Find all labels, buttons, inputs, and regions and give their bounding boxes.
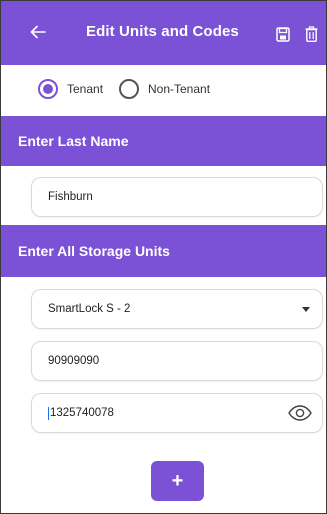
- app-bar: Edit Units and Codes: [1, 1, 326, 65]
- non-tenant-radio[interactable]: Non-Tenant: [119, 79, 210, 99]
- storage-units-header: Enter All Storage Units: [1, 225, 326, 277]
- delete-button[interactable]: [305, 26, 318, 43]
- access-code-field[interactable]: 1325740078: [31, 393, 323, 433]
- save-button[interactable]: [276, 27, 290, 42]
- access-code-value: 1325740078: [50, 407, 114, 419]
- text-cursor: [48, 406, 49, 420]
- unit-select-value: SmartLock S - 2: [48, 303, 131, 315]
- tenant-radio[interactable]: Tenant: [38, 79, 103, 99]
- radio-selected-icon: [38, 79, 58, 99]
- unit-select[interactable]: SmartLock S - 2: [31, 289, 323, 329]
- last-name-header: Enter Last Name: [1, 116, 326, 166]
- toggle-visibility-button[interactable]: [288, 405, 312, 421]
- last-name-field[interactable]: Fishburn: [31, 177, 323, 217]
- back-button[interactable]: [29, 22, 47, 42]
- non-tenant-radio-label: Non-Tenant: [148, 82, 211, 96]
- unit-number-field[interactable]: 90909090: [31, 341, 323, 381]
- add-unit-button[interactable]: +: [151, 461, 204, 501]
- tenant-type-radio-group: Tenant Non-Tenant: [1, 65, 326, 113]
- arrow-left-icon: [30, 25, 46, 39]
- radio-unselected-icon: [119, 79, 139, 99]
- tenant-radio-label: Tenant: [67, 82, 104, 96]
- dropdown-arrow-icon: [302, 307, 310, 312]
- eye-icon: [288, 405, 312, 421]
- page-title: Edit Units and Codes: [86, 23, 239, 40]
- save-icon: [276, 27, 290, 42]
- trash-icon: [305, 26, 318, 43]
- last-name-value: Fishburn: [48, 191, 93, 203]
- unit-number-value: 90909090: [48, 355, 100, 367]
